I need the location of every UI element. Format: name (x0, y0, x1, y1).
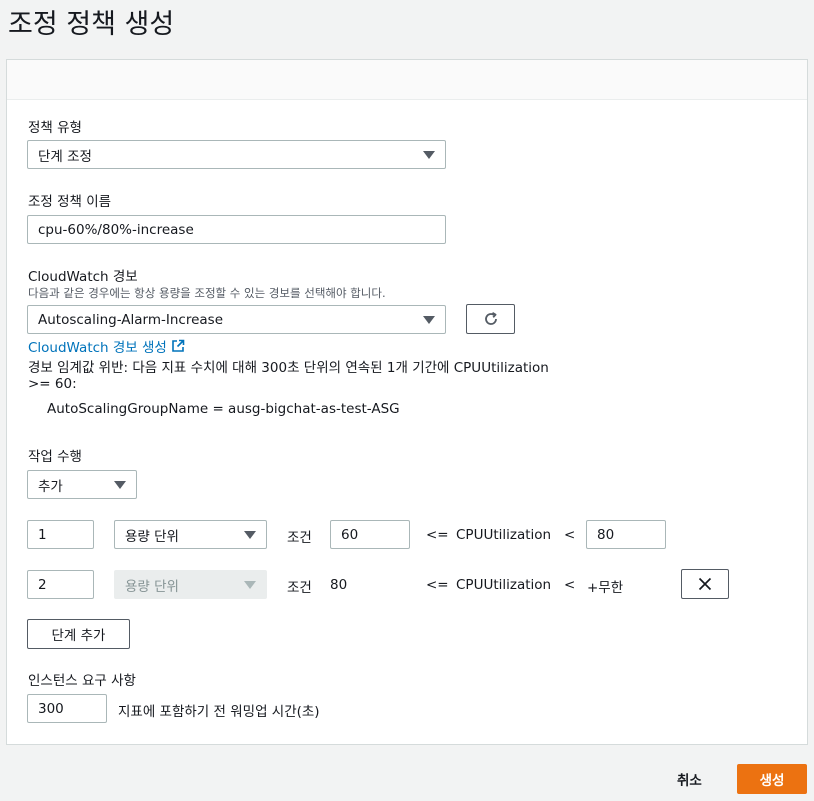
create-policy-panel: 정책 유형 단계 조정 조정 정책 이름 cpu-60%/80%-increas… (6, 59, 808, 745)
cancel-button[interactable]: 취소 (677, 769, 702, 789)
remove-step-button[interactable] (681, 569, 729, 599)
step-1-condition-label: 조건 (287, 530, 312, 546)
step-1-op-lt: < (564, 527, 576, 543)
refresh-icon (484, 312, 497, 325)
step-1-lower-input[interactable]: 60 (330, 520, 410, 549)
instance-requirements-label: 인스턴스 요구 사항 (28, 673, 136, 689)
policy-type-value: 단계 조정 (38, 148, 92, 165)
create-alarm-link-text: CloudWatch 경보 생성 (28, 340, 167, 356)
create-cloudwatch-alarm-link[interactable]: CloudWatch 경보 생성 (28, 336, 185, 356)
create-button[interactable]: 생성 (737, 764, 807, 794)
policy-name-label: 조정 정책 이름 (28, 194, 112, 210)
external-link-icon (172, 339, 185, 352)
step-1-upper-input[interactable]: 80 (586, 520, 666, 549)
step-1-op-lte: <= (426, 527, 449, 543)
chevron-down-icon (423, 150, 435, 159)
policy-type-label: 정책 유형 (28, 120, 82, 136)
page-title: 조정 정책 생성 (8, 9, 175, 40)
step-2-unit-value: 용량 단위 (125, 578, 179, 595)
cloudwatch-alarm-select[interactable]: Autoscaling-Alarm-Increase (27, 305, 446, 334)
step-2-unit-select: 용량 단위 (114, 570, 267, 599)
step-2-metric: CPUUtilization (456, 577, 552, 593)
step-1-unit-select[interactable]: 용량 단위 (114, 520, 267, 549)
step-2-upper-value: +무한 (587, 580, 624, 596)
action-value: 추가 (38, 478, 63, 495)
chevron-down-icon (423, 315, 435, 324)
policy-name-input[interactable]: cpu-60%/80%-increase (27, 215, 446, 244)
alarm-dimension: AutoScalingGroupName = ausg-bigchat-as-t… (47, 401, 400, 417)
panel-header (7, 60, 807, 100)
policy-type-select[interactable]: 단계 조정 (27, 140, 446, 169)
close-icon (698, 577, 712, 591)
action-label: 작업 수행 (28, 449, 82, 465)
action-select[interactable]: 추가 (27, 470, 137, 499)
cloudwatch-alarm-label: CloudWatch 경보 (28, 269, 138, 285)
warmup-input[interactable]: 300 (27, 694, 107, 723)
warmup-suffix: 지표에 포함하기 전 워밍업 시간(초) (118, 704, 320, 720)
step-2-op-lt: < (564, 577, 576, 593)
chevron-down-icon (244, 580, 256, 589)
step-2-op-lte: <= (426, 577, 449, 593)
step-2-lower-value: 80 (330, 577, 348, 593)
cloudwatch-alarm-value: Autoscaling-Alarm-Increase (38, 311, 223, 328)
refresh-alarms-button[interactable] (466, 304, 515, 334)
step-2-condition-label: 조건 (287, 580, 312, 596)
chevron-down-icon (244, 530, 256, 539)
step-1-metric: CPUUtilization (456, 527, 552, 543)
cloudwatch-alarm-description: 다음과 같은 경우에는 항상 용량을 조정할 수 있는 경보를 선택해야 합니다… (28, 286, 386, 300)
step-2-amount-input[interactable]: 2 (27, 570, 94, 599)
alarm-breach-text: 경보 임계값 위반: 다음 지표 수치에 대해 300초 단위의 연속된 1개 … (28, 360, 549, 376)
alarm-breach-threshold: >= 60: (28, 376, 77, 392)
step-1-unit-value: 용량 단위 (125, 528, 179, 545)
add-step-button[interactable]: 단계 추가 (27, 619, 130, 649)
chevron-down-icon (114, 480, 126, 489)
step-1-amount-input[interactable]: 1 (27, 520, 94, 549)
